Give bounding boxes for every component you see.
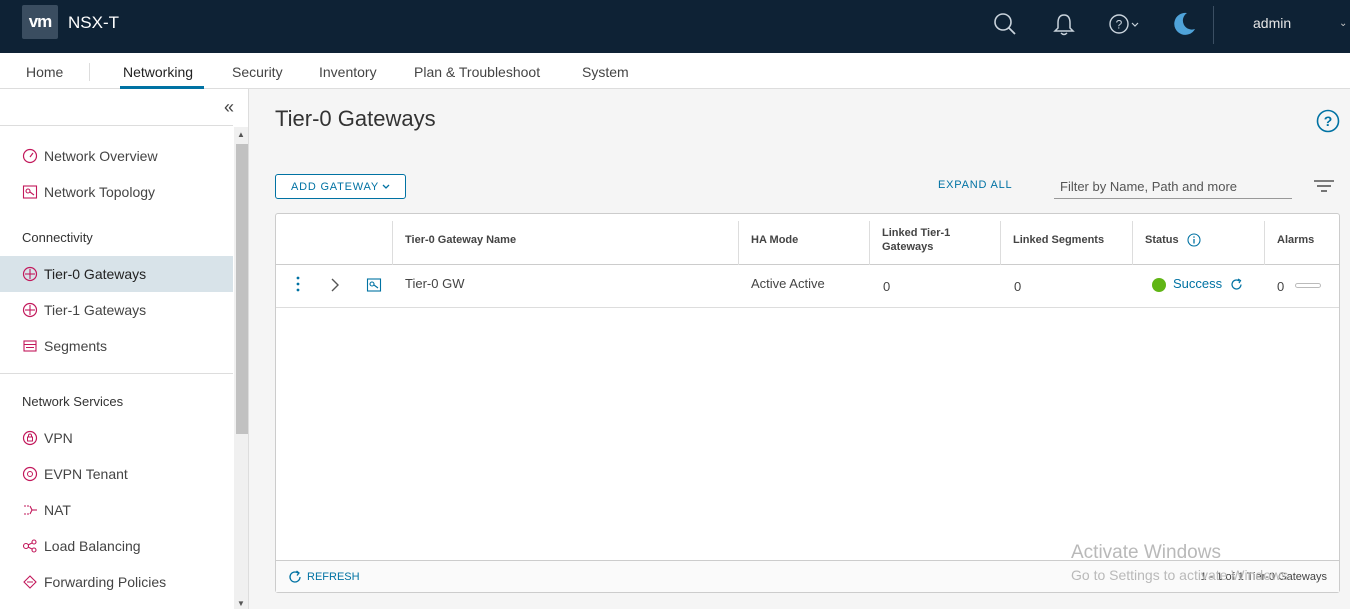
column-header-alarms[interactable]: Alarms (1265, 214, 1339, 265)
vmware-logo[interactable]: vm (22, 5, 58, 39)
gauge-icon (22, 148, 38, 164)
svg-text:?: ? (1116, 18, 1123, 32)
page-title: Tier-0 Gateways (275, 106, 436, 131)
header-divider (1213, 6, 1214, 44)
sidebar-item-label: Segments (44, 338, 108, 354)
table-header: Tier-0 Gateway Name HA Mode Linked Tier-… (276, 214, 1339, 265)
status-badge[interactable]: Success (1173, 276, 1222, 291)
linked-tier1-value[interactable]: 0 (883, 279, 890, 294)
sidebar-divider (0, 125, 233, 126)
tab-networking[interactable]: Networking (123, 64, 193, 80)
filter-input[interactable] (1054, 174, 1292, 199)
status-header-label: Status (1145, 233, 1179, 246)
sidebar-item-network-overview[interactable]: Network Overview (0, 138, 233, 174)
nat-icon (22, 502, 38, 518)
scroll-up-icon[interactable]: ▲ (237, 130, 245, 139)
status-cell: Success (1152, 276, 1243, 292)
expand-all-button[interactable]: EXPAND ALL (938, 179, 1012, 191)
moon-icon[interactable] (1170, 10, 1198, 38)
sidebar-item-nat[interactable]: NAT (0, 492, 233, 528)
nav-divider (89, 63, 90, 81)
column-header-linked-tier1[interactable]: Linked Tier-1 Gateways (870, 214, 1000, 265)
sidebar-item-label: NAT (44, 502, 71, 518)
column-header-linked-segments[interactable]: Linked Segments (1001, 214, 1132, 265)
chevron-down-icon (382, 181, 390, 193)
sidebar-item-tier1-gateways[interactable]: Tier-1 Gateways (0, 292, 233, 328)
alarms-bar (1295, 283, 1321, 288)
sidebar-item-tier0-gateways[interactable]: Tier-0 Gateways (0, 256, 233, 292)
ha-mode-value: Active Active (751, 276, 825, 291)
svg-text:?: ? (1324, 113, 1333, 129)
topology-icon (22, 184, 38, 200)
sidebar-item-label: Network Overview (44, 148, 158, 164)
sidebar-item-label: EVPN Tenant (44, 466, 128, 482)
column-header-ha-mode[interactable]: HA Mode (739, 214, 869, 265)
chevron-down-icon[interactable]: ⌄ (1339, 18, 1347, 29)
table-row[interactable]: Tier-0 GW Active Active 0 0 Success 0 (276, 266, 1339, 308)
info-icon[interactable] (1187, 232, 1201, 247)
user-menu[interactable]: admin (1253, 15, 1291, 31)
sidebar-item-vpn[interactable]: VPN (0, 420, 233, 456)
forwarding-icon (22, 574, 38, 590)
scroll-down-icon[interactable]: ▼ (237, 599, 245, 608)
main-nav: Home Networking Security Inventory Plan … (0, 53, 1350, 89)
sidebar-item-load-balancing[interactable]: Load Balancing (0, 528, 233, 564)
tab-plan-troubleshoot[interactable]: Plan & Troubleshoot (414, 64, 540, 80)
column-header-name[interactable]: Tier-0 Gateway Name (393, 214, 738, 265)
vpn-icon (22, 430, 38, 446)
help-icon[interactable]: ? (1316, 109, 1340, 138)
sidebar-item-label: Load Balancing (44, 538, 141, 554)
evpn-icon (22, 466, 38, 482)
gateway-icon (22, 302, 38, 318)
refresh-label: REFRESH (307, 571, 360, 583)
sidebar-item-label: Tier-1 Gateways (44, 302, 147, 318)
sidebar-item-label: Network Topology (44, 184, 156, 200)
refresh-button[interactable]: REFRESH (288, 570, 360, 584)
gateway-icon (22, 266, 38, 282)
alarms-count[interactable]: 0 (1277, 279, 1284, 294)
tab-system[interactable]: System (582, 64, 629, 80)
tab-security[interactable]: Security (232, 64, 283, 80)
sidebar-item-network-topology[interactable]: Network Topology (0, 174, 233, 210)
add-gateway-button[interactable]: ADD GATEWAY (275, 174, 406, 199)
sidebar-item-label: Forwarding Policies (44, 574, 167, 590)
help-menu-icon[interactable]: ? (1106, 10, 1146, 38)
sidebar-item-evpn-tenant[interactable]: EVPN Tenant (0, 456, 233, 492)
gateway-name[interactable]: Tier-0 GW (405, 276, 464, 291)
sidebar: « Network Overview Network Topology Conn… (0, 89, 249, 609)
add-gateway-label: ADD GATEWAY (290, 180, 380, 193)
app-title[interactable]: NSX-T (68, 13, 119, 33)
column-header-status[interactable]: Status (1133, 214, 1264, 265)
top-header: vm NSX-T ? admin ⌄ (0, 0, 1350, 53)
sidebar-item-label: VPN (44, 430, 73, 446)
section-heading-network-services: Network Services (22, 394, 124, 409)
tab-inventory[interactable]: Inventory (319, 64, 377, 80)
bell-icon[interactable] (1050, 10, 1078, 38)
filter-icon[interactable] (1314, 179, 1334, 197)
sidebar-divider (0, 373, 233, 374)
tab-home[interactable]: Home (26, 64, 63, 80)
activate-windows-subtitle: Go to Settings to activate Windows. (1071, 567, 1292, 583)
expand-row-icon[interactable] (330, 278, 340, 295)
sidebar-item-label: Tier-0 Gateways (44, 266, 147, 282)
sidebar-scroll-thumb[interactable] (236, 144, 248, 434)
load-balancing-icon (22, 538, 38, 554)
gateways-table: Tier-0 Gateway Name HA Mode Linked Tier-… (275, 213, 1340, 593)
linked-segments-value[interactable]: 0 (1014, 279, 1021, 294)
success-status-icon (1152, 277, 1166, 292)
more-actions-icon[interactable] (292, 275, 304, 296)
search-icon[interactable] (991, 10, 1019, 38)
sidebar-item-forwarding-policies[interactable]: Forwarding Policies (0, 564, 233, 600)
refresh-icon (288, 570, 302, 584)
collapse-sidebar-icon[interactable]: « (224, 97, 234, 118)
section-heading-connectivity: Connectivity (22, 230, 93, 245)
refresh-status-icon[interactable] (1230, 278, 1243, 291)
sidebar-item-segments[interactable]: Segments (0, 328, 233, 364)
activate-windows-title: Activate Windows (1071, 542, 1221, 563)
segments-icon (22, 338, 38, 354)
topology-icon[interactable] (366, 277, 382, 296)
